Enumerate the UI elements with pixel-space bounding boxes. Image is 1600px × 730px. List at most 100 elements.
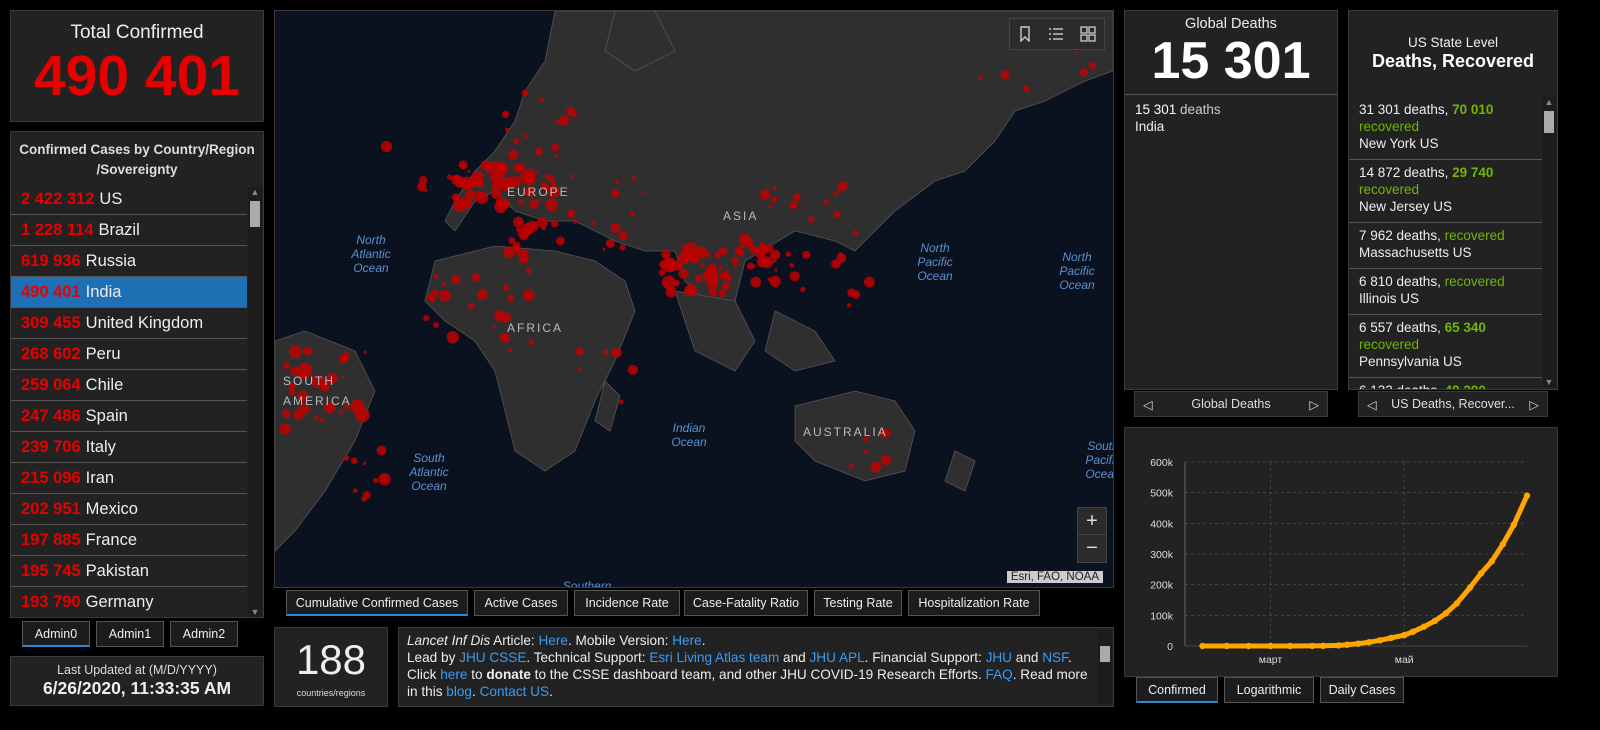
case-dot[interactable]	[1075, 50, 1079, 54]
case-dot[interactable]	[864, 276, 875, 288]
case-dot[interactable]	[343, 455, 349, 461]
case-dot[interactable]	[718, 289, 726, 298]
case-dot[interactable]	[461, 198, 473, 209]
case-dot[interactable]	[451, 193, 460, 202]
case-dot[interactable]	[566, 209, 576, 218]
zoom-out-button[interactable]: −	[1078, 535, 1106, 562]
case-dot[interactable]	[848, 463, 854, 469]
case-dot[interactable]	[362, 461, 367, 466]
case-dot[interactable]	[847, 288, 857, 298]
case-dot[interactable]	[570, 174, 575, 179]
next-arrow-icon[interactable]: ▷	[1529, 397, 1539, 412]
case-dot[interactable]	[512, 241, 521, 250]
case-dot[interactable]	[528, 339, 534, 346]
case-dot[interactable]	[760, 189, 771, 200]
case-dot[interactable]	[303, 346, 313, 356]
next-arrow-icon[interactable]: ▷	[1309, 397, 1319, 412]
case-dot[interactable]	[978, 75, 983, 80]
country-list-item[interactable]: 490 401 India	[11, 277, 247, 308]
case-dot[interactable]	[491, 180, 502, 192]
case-dot[interactable]	[610, 189, 620, 198]
map-tab-cumulative-confirmed-cases[interactable]: Cumulative Confirmed Cases	[286, 590, 468, 616]
case-dot[interactable]	[279, 423, 291, 435]
case-dot[interactable]	[551, 143, 560, 152]
case-dot[interactable]	[472, 171, 484, 183]
prev-arrow-icon[interactable]: ◁	[1143, 397, 1153, 412]
case-dot[interactable]	[376, 445, 387, 456]
case-dot[interactable]	[539, 97, 545, 102]
jhu-link[interactable]: JHU	[986, 650, 1012, 665]
case-dot[interactable]	[503, 284, 510, 291]
map-tab-active-cases[interactable]: Active Cases	[474, 590, 568, 616]
case-dot[interactable]	[823, 199, 829, 205]
case-dot[interactable]	[532, 221, 539, 228]
case-dot[interactable]	[836, 188, 841, 194]
case-dot[interactable]	[541, 226, 547, 231]
case-dot[interactable]	[870, 461, 882, 473]
case-dot[interactable]	[505, 127, 510, 132]
country-list-item[interactable]: 215 096 Iran	[11, 463, 247, 494]
case-dot[interactable]	[495, 316, 500, 321]
case-dot[interactable]	[707, 267, 717, 278]
article-link[interactable]: Here	[538, 633, 567, 648]
country-list-item[interactable]: 193 790 Germany	[11, 587, 247, 617]
case-dot[interactable]	[523, 134, 528, 139]
global-deaths-list[interactable]: 15 301 deaths India	[1125, 94, 1337, 141]
case-dot[interactable]	[605, 239, 615, 248]
case-dot[interactable]	[446, 331, 459, 344]
case-dot[interactable]	[341, 352, 350, 361]
case-dot[interactable]	[378, 473, 391, 486]
nsf-link[interactable]: NSF	[1042, 650, 1068, 665]
case-dot[interactable]	[363, 350, 367, 354]
case-dot[interactable]	[718, 266, 723, 271]
case-dot[interactable]	[504, 251, 508, 255]
case-dot[interactable]	[615, 179, 619, 184]
jhu-apl-link[interactable]: JHU APL	[810, 650, 865, 665]
prev-arrow-icon[interactable]: ◁	[1367, 397, 1377, 412]
case-dot[interactable]	[556, 236, 565, 246]
case-dot[interactable]	[768, 204, 773, 209]
map-tab-case-fatality-ratio[interactable]: Case-Fatality Ratio	[684, 590, 808, 616]
scroll-up-icon[interactable]: ▲	[248, 187, 262, 197]
case-dot[interactable]	[619, 244, 626, 251]
case-dot[interactable]	[480, 160, 491, 171]
us-state-list[interactable]: 31 301 deaths, 70 010 recovered New York …	[1349, 97, 1543, 389]
case-dot[interactable]	[441, 282, 447, 287]
case-dot[interactable]	[431, 289, 439, 297]
case-dot[interactable]	[536, 216, 548, 228]
us-state-scrollbar[interactable]: ▲ ▼	[1542, 97, 1556, 387]
case-dot[interactable]	[543, 174, 547, 178]
us-state-item[interactable]: 6 557 deaths, 65 340 recovered Pennsylvan…	[1349, 315, 1543, 378]
case-dot[interactable]	[1079, 68, 1089, 77]
country-list-item[interactable]: 202 951 Mexico	[11, 494, 247, 525]
case-dot[interactable]	[529, 199, 539, 209]
case-dot[interactable]	[380, 141, 393, 153]
case-dot[interactable]	[847, 303, 852, 308]
case-dot[interactable]	[631, 176, 636, 181]
country-list-item[interactable]: 309 455 United Kingdom	[11, 308, 247, 339]
case-dot[interactable]	[518, 253, 529, 264]
case-dot[interactable]	[591, 221, 597, 226]
case-dot[interactable]	[681, 245, 685, 250]
case-dot[interactable]	[771, 196, 778, 203]
case-dot[interactable]	[507, 294, 514, 302]
chart-tab-logarithmic[interactable]: Logarithmic	[1224, 677, 1314, 703]
basemap-gallery-icon[interactable]	[1080, 26, 1096, 42]
donate-here-link[interactable]: here	[440, 667, 467, 682]
case-dot[interactable]	[678, 268, 689, 279]
map-tab-testing-rate[interactable]: Testing Rate	[814, 590, 902, 616]
case-dot[interactable]	[433, 274, 439, 279]
country-list-item[interactable]: 247 486 Spain	[11, 401, 247, 432]
blog-link[interactable]: blog	[446, 684, 472, 699]
case-dot[interactable]	[610, 223, 621, 234]
case-dot[interactable]	[417, 182, 427, 192]
case-dot[interactable]	[351, 457, 358, 465]
case-dot[interactable]	[708, 287, 718, 297]
case-dot[interactable]	[1088, 61, 1097, 70]
case-dot[interactable]	[602, 247, 606, 251]
case-dot[interactable]	[618, 399, 624, 405]
case-dot[interactable]	[712, 278, 719, 285]
case-dot[interactable]	[618, 231, 628, 241]
tab-admin1[interactable]: Admin1	[96, 621, 164, 647]
jhu-csse-link[interactable]: JHU CSSE	[459, 650, 526, 665]
